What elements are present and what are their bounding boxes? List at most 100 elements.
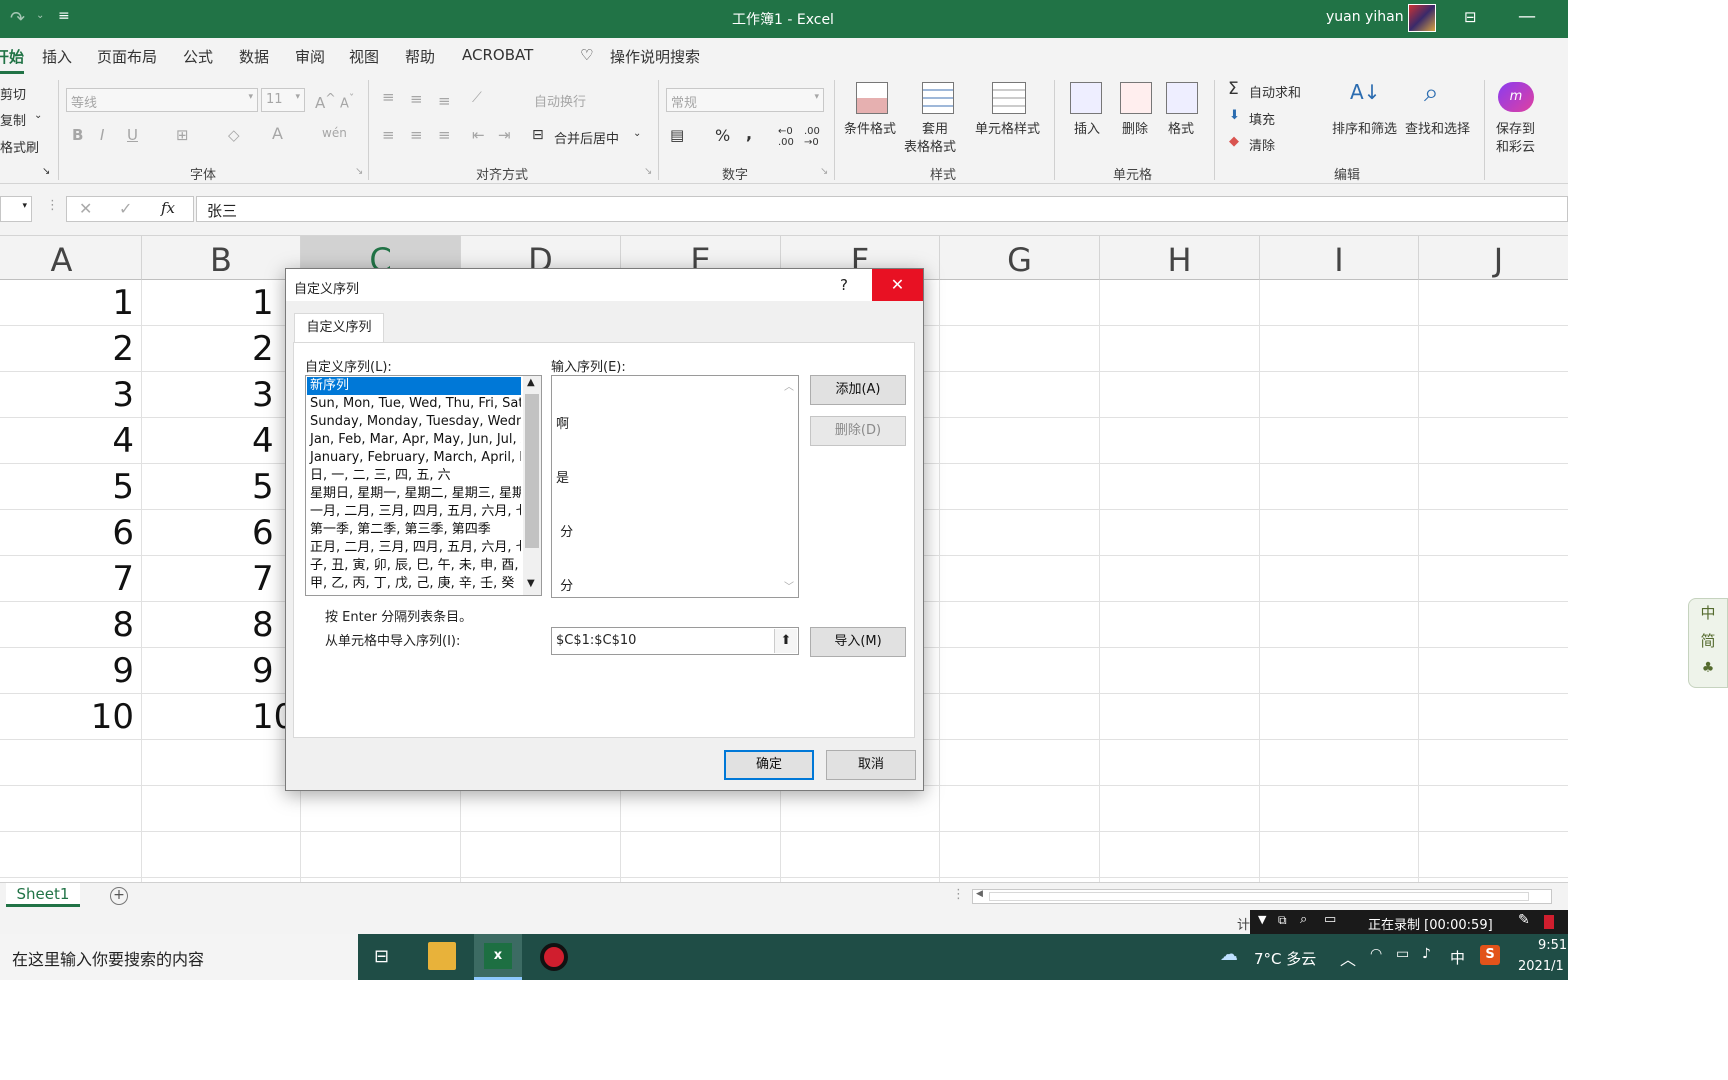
task-view-icon[interactable]: ⊟ xyxy=(374,946,389,967)
ime-skin-icon[interactable]: ♣ xyxy=(1689,655,1727,681)
orientation-icon[interactable]: ⟋ xyxy=(472,90,482,106)
cloud-icon[interactable]: ☁ xyxy=(1220,944,1238,965)
tell-me-search[interactable]: 操作说明搜索 xyxy=(610,46,700,67)
battery-icon[interactable]: ▭ xyxy=(1396,946,1409,962)
scroll-thumb[interactable] xyxy=(989,892,1529,901)
entries-scrollbar[interactable]: ︿ ﹀ xyxy=(780,376,798,597)
redo-icon[interactable]: ↷ xyxy=(10,8,25,29)
tab-page-layout[interactable]: 页面布局 xyxy=(97,46,157,67)
fill-button[interactable]: 填充 xyxy=(1249,109,1275,128)
align-left-icon[interactable]: ≡ xyxy=(382,126,395,144)
insert-cells-button[interactable]: 插入 xyxy=(1074,118,1100,137)
ime-simplified[interactable]: 简 xyxy=(1689,627,1727,655)
taskbar-search[interactable]: 在这里输入你要搜索的内容 xyxy=(0,934,358,980)
find-select-button[interactable]: 查找和选择 xyxy=(1405,118,1470,137)
format-as-table-button-line2[interactable]: 表格格式 xyxy=(904,136,956,155)
format-cells-button[interactable]: 格式 xyxy=(1168,118,1194,137)
cell-b2[interactable]: 2 xyxy=(252,326,274,372)
align-top-icon[interactable]: ≡ xyxy=(382,88,395,106)
tab-review[interactable]: 审阅 xyxy=(295,46,325,67)
cut-button[interactable]: 剪切 xyxy=(0,84,26,103)
cell-a1[interactable]: 1 xyxy=(112,280,134,326)
align-bottom-icon[interactable]: ≡ xyxy=(438,92,451,110)
weather-text[interactable]: 7°C 多云 xyxy=(1254,948,1316,969)
tab-acrobat[interactable]: ACROBAT xyxy=(462,46,533,64)
comma-style-icon[interactable]: , xyxy=(746,124,752,143)
bold-icon[interactable]: B xyxy=(72,126,83,144)
user-name[interactable]: yuan yihan xyxy=(1326,9,1404,25)
name-box[interactable]: ▾ xyxy=(0,196,32,222)
tab-data[interactable]: 数据 xyxy=(239,46,269,67)
list-entries-textarea[interactable]: 啊 是 分 分 ︿ ﹀ xyxy=(551,375,799,648)
clock-time[interactable]: 9:51 xyxy=(1538,938,1567,953)
cancel-button[interactable]: 取消 xyxy=(826,750,916,780)
avatar[interactable] xyxy=(1408,4,1436,32)
format-cells-icon[interactable] xyxy=(1166,82,1198,114)
excel-taskbar-button[interactable]: x xyxy=(474,934,522,980)
cell-a6[interactable]: 6 xyxy=(112,510,134,556)
chevron-up-icon[interactable]: ︿ xyxy=(1340,946,1356,970)
recorder-icon[interactable] xyxy=(540,943,568,971)
cloud-save-icon[interactable]: m xyxy=(1498,82,1534,112)
list-item[interactable]: 日, 一, 二, 三, 四, 五, 六 xyxy=(307,467,521,485)
list-item[interactable]: 正月, 二月, 三月, 四月, 五月, 六月, 七月 xyxy=(307,539,521,557)
column-header-b[interactable]: B xyxy=(142,236,301,280)
font-grow-icon[interactable]: A^ xyxy=(315,90,336,112)
import-range-input[interactable]: $C$1:$C$10 xyxy=(551,627,799,655)
column-header-g[interactable]: G xyxy=(940,236,1100,280)
scroll-up-icon[interactable]: ︿ xyxy=(784,378,794,393)
cell-a4[interactable]: 4 xyxy=(112,418,134,464)
sogou-icon[interactable]: S xyxy=(1480,945,1500,965)
volume-icon[interactable]: ♪ xyxy=(1422,946,1431,962)
stop-icon[interactable] xyxy=(1544,915,1554,929)
borders-icon[interactable]: ⊞ xyxy=(176,126,189,144)
table-row[interactable] xyxy=(0,786,1568,832)
import-button[interactable]: 导入(M) xyxy=(810,627,906,657)
font-shrink-icon[interactable]: Aˇ xyxy=(340,92,354,111)
tab-custom-lists[interactable]: 自定义序列 xyxy=(294,313,384,343)
list-item[interactable]: Jan, Feb, Mar, Apr, May, Jun, Jul, Aug xyxy=(307,431,521,449)
format-painter-button[interactable]: 格式刷 xyxy=(0,137,39,156)
insert-cells-icon[interactable] xyxy=(1070,82,1102,114)
chevron-down-icon[interactable]: ⌄ xyxy=(633,128,641,139)
cell-styles-button[interactable]: 单元格样式 xyxy=(975,118,1040,137)
list-item[interactable]: 甲, 乙, 丙, 丁, 戊, 己, 庚, 辛, 壬, 癸 xyxy=(307,575,521,593)
column-header-h[interactable]: H xyxy=(1100,236,1260,280)
cell-a2[interactable]: 2 xyxy=(112,326,134,372)
align-center-icon[interactable]: ≡ xyxy=(410,126,423,144)
cell-b3[interactable]: 3 xyxy=(252,372,274,418)
add-button[interactable]: 添加(A) xyxy=(810,375,906,405)
cell-b5[interactable]: 5 xyxy=(252,464,274,510)
pen-icon[interactable]: ✎ xyxy=(1518,912,1530,928)
cancel-icon[interactable]: ✕ xyxy=(79,199,92,218)
wifi-icon[interactable]: ◠ xyxy=(1370,946,1382,962)
phonetic-icon[interactable]: wén xyxy=(322,126,347,140)
window-icon[interactable]: ⧉ xyxy=(1278,913,1287,928)
ime-mode[interactable]: 中 xyxy=(1689,599,1727,627)
chevron-down-icon[interactable]: ⌄ xyxy=(34,110,42,121)
cell-b4[interactable]: 4 xyxy=(252,418,274,464)
delete-button[interactable]: 删除(D) xyxy=(810,416,906,446)
ime-toolbar[interactable]: 中 简 ♣ xyxy=(1688,598,1728,688)
copy-button[interactable]: 复制 xyxy=(0,110,26,129)
qat-dropdown-icon[interactable]: ⌄ xyxy=(36,10,44,21)
cell-a3[interactable]: 3 xyxy=(112,372,134,418)
formula-input[interactable]: 张三 xyxy=(196,196,1568,222)
sort-filter-button[interactable]: 排序和筛选 xyxy=(1332,118,1397,137)
font-color-icon[interactable]: A xyxy=(272,124,283,143)
align-middle-icon[interactable]: ≡ xyxy=(410,90,423,108)
clock-date[interactable]: 2021/1 xyxy=(1518,959,1564,974)
increase-indent-icon[interactable]: ⇥ xyxy=(498,126,511,144)
underline-icon[interactable]: U xyxy=(127,126,138,144)
save-cloud-line1[interactable]: 保存到 xyxy=(1496,118,1535,137)
decrease-indent-icon[interactable]: ⇤ xyxy=(472,126,485,144)
scroll-thumb[interactable] xyxy=(525,394,539,548)
scroll-up-icon[interactable]: ▲ xyxy=(527,377,535,388)
cell-b7[interactable]: 7 xyxy=(252,556,274,602)
add-sheet-icon[interactable]: + xyxy=(110,887,128,905)
formula-splitter-icon[interactable]: ⋮ xyxy=(46,198,59,213)
increase-decimal-icon[interactable]: ←0.00 xyxy=(778,126,794,148)
list-item[interactable]: January, February, March, April, May xyxy=(307,449,521,467)
scroll-down-icon[interactable]: ﹀ xyxy=(784,578,794,593)
tab-home[interactable]: 开始 xyxy=(0,46,25,74)
